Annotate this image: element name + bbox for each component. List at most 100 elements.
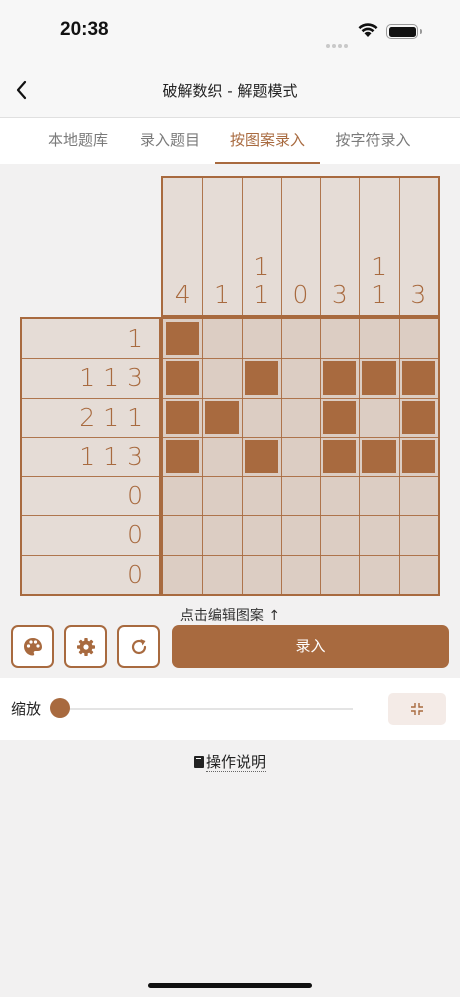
grid-cell-empty[interactable] bbox=[163, 476, 202, 515]
grid-cell-empty[interactable] bbox=[320, 515, 359, 554]
grid-cell-empty[interactable] bbox=[202, 555, 241, 594]
column-clue-number: 3 bbox=[410, 280, 427, 309]
grid-cell-filled[interactable] bbox=[399, 398, 438, 437]
grid-cell-empty[interactable] bbox=[399, 476, 438, 515]
column-clues: 411103113 bbox=[161, 176, 440, 317]
grid-line bbox=[163, 554, 438, 556]
row-clue: 211 bbox=[79, 402, 151, 432]
tab-bar: 本地题库 录入题目 按图案录入 按字符录入 bbox=[0, 118, 460, 164]
zoom-slider-thumb[interactable] bbox=[50, 698, 70, 718]
grid-line bbox=[22, 436, 159, 438]
grid-line bbox=[202, 319, 204, 594]
column-clue-number: 3 bbox=[331, 280, 348, 309]
grid-line bbox=[241, 319, 243, 594]
nonogram-board: 411103113 1 113 211 113 0 0 0 bbox=[20, 176, 440, 596]
grid-cell-filled[interactable] bbox=[359, 358, 398, 397]
page-title: 破解数织 - 解题模式 bbox=[162, 82, 298, 100]
grid-line bbox=[359, 319, 361, 594]
column-clue-number: 1 bbox=[371, 252, 388, 281]
home-indicator bbox=[148, 983, 312, 988]
grid-cell-filled[interactable] bbox=[202, 398, 241, 437]
grid-line bbox=[22, 358, 159, 360]
grid-cell-filled[interactable] bbox=[242, 358, 281, 397]
grid-cell-empty[interactable] bbox=[359, 319, 398, 358]
palette-button[interactable] bbox=[11, 625, 54, 668]
grid-cell-empty[interactable] bbox=[359, 515, 398, 554]
grid-cell-empty[interactable] bbox=[281, 358, 320, 397]
grid-cell-empty[interactable] bbox=[281, 555, 320, 594]
settings-button[interactable] bbox=[64, 625, 107, 668]
column-clue-number: 4 bbox=[174, 280, 191, 309]
grid-cell-empty[interactable] bbox=[281, 398, 320, 437]
grid-cell-empty[interactable] bbox=[202, 358, 241, 397]
grid-cell-empty[interactable] bbox=[320, 555, 359, 594]
collapse-button[interactable] bbox=[388, 693, 446, 725]
grid-cell-empty[interactable] bbox=[399, 515, 438, 554]
grid-cell-filled[interactable] bbox=[163, 319, 202, 358]
book-icon bbox=[193, 756, 204, 768]
row-clue: 1 bbox=[127, 324, 151, 353]
reset-button[interactable] bbox=[117, 625, 160, 668]
grid-cell-empty[interactable] bbox=[242, 476, 281, 515]
gear-icon bbox=[76, 637, 95, 656]
column-clue-number: 1 bbox=[213, 280, 230, 309]
grid-cell-empty[interactable] bbox=[202, 515, 241, 554]
nav-bar: 破解数织 - 解题模式 bbox=[0, 60, 460, 118]
grid-cell-empty[interactable] bbox=[163, 555, 202, 594]
grid-cell-empty[interactable] bbox=[242, 555, 281, 594]
zoom-slider-track[interactable] bbox=[60, 708, 353, 710]
grid-cell-filled[interactable] bbox=[163, 358, 202, 397]
grid-cell-empty[interactable] bbox=[281, 515, 320, 554]
grid-cell-filled[interactable] bbox=[320, 358, 359, 397]
tab-enter-by-characters[interactable]: 按字符录入 bbox=[325, 118, 421, 164]
tab-local-library[interactable]: 本地题库 bbox=[30, 118, 126, 164]
grid-cell-empty[interactable] bbox=[359, 398, 398, 437]
column-clue: 3 bbox=[320, 281, 359, 309]
grid-cell-empty[interactable] bbox=[281, 319, 320, 358]
collapse-icon bbox=[411, 703, 423, 715]
grid-line bbox=[163, 397, 438, 399]
zoom-label: 缩放 bbox=[11, 700, 42, 718]
row-clue: 0 bbox=[127, 520, 151, 550]
grid-line bbox=[22, 476, 159, 478]
grid-cell-empty[interactable] bbox=[320, 319, 359, 358]
grid-line bbox=[163, 358, 438, 360]
column-clue: 3 bbox=[399, 281, 438, 309]
grid-cell-empty[interactable] bbox=[281, 476, 320, 515]
grid-cell-empty[interactable] bbox=[202, 476, 241, 515]
grid-cell-filled[interactable] bbox=[163, 398, 202, 437]
grid-line bbox=[22, 515, 159, 517]
grid-cell-empty[interactable] bbox=[242, 319, 281, 358]
grid-cell-empty[interactable] bbox=[399, 319, 438, 358]
grid-cell-filled[interactable] bbox=[163, 437, 202, 476]
help-link[interactable]: 操作说明 bbox=[0, 751, 460, 772]
grid-cell-empty[interactable] bbox=[242, 515, 281, 554]
grid-cell-filled[interactable] bbox=[320, 398, 359, 437]
grid-cell-filled[interactable] bbox=[242, 437, 281, 476]
tab-enter-by-pattern[interactable]: 按图案录入 bbox=[215, 118, 320, 164]
grid-cell-empty[interactable] bbox=[320, 476, 359, 515]
status-bar: 20:38 bbox=[0, 0, 460, 60]
grid-cell-empty[interactable] bbox=[359, 476, 398, 515]
column-clue: 1 bbox=[202, 281, 241, 309]
column-clue: 11 bbox=[242, 253, 281, 309]
status-time: 20:38 bbox=[60, 19, 109, 40]
grid-cell-empty[interactable] bbox=[359, 555, 398, 594]
tab-enter-puzzle[interactable]: 录入题目 bbox=[122, 118, 218, 164]
grid-cell-empty[interactable] bbox=[399, 555, 438, 594]
grid-line bbox=[280, 319, 282, 594]
grid-cell-filled[interactable] bbox=[320, 437, 359, 476]
grid-cell-filled[interactable] bbox=[399, 358, 438, 397]
grid-cell-empty[interactable] bbox=[202, 319, 241, 358]
grid-cell-filled[interactable] bbox=[399, 437, 438, 476]
grid-cell-empty[interactable] bbox=[202, 437, 241, 476]
edit-pattern-hint: 点击编辑图案 ↑ bbox=[179, 608, 281, 624]
column-clue-number: 1 bbox=[371, 280, 388, 309]
grid-cell-empty[interactable] bbox=[163, 515, 202, 554]
grid-cell-empty[interactable] bbox=[281, 437, 320, 476]
submit-button[interactable]: 录入 bbox=[172, 625, 449, 668]
puzzle-grid bbox=[161, 317, 440, 596]
grid-cell-filled[interactable] bbox=[359, 437, 398, 476]
wifi-icon bbox=[358, 23, 378, 37]
grid-cell-empty[interactable] bbox=[242, 398, 281, 437]
